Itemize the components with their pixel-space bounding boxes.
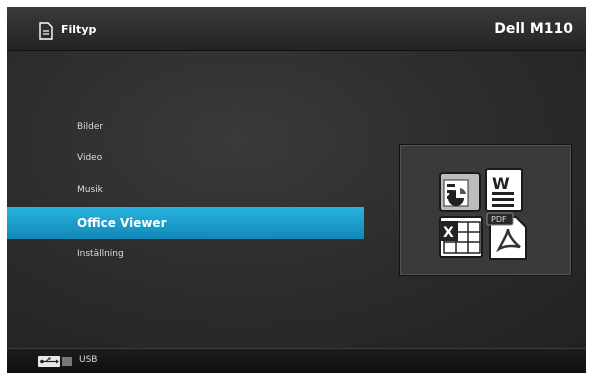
menu-item-video[interactable]: Video bbox=[7, 143, 364, 173]
svg-text:X: X bbox=[443, 225, 454, 241]
menu-item-musik[interactable]: Musik bbox=[7, 175, 364, 205]
menu-item-installning[interactable]: Inställning bbox=[7, 239, 364, 269]
page-title: Filtyp bbox=[61, 23, 97, 36]
menu-item-label: Video bbox=[77, 153, 103, 163]
office-icons-graphic: W X PDF bbox=[439, 168, 527, 260]
header-bar: Filtyp Dell M110 bbox=[7, 7, 586, 51]
svg-text:PDF: PDF bbox=[491, 215, 507, 224]
document-icon bbox=[39, 22, 53, 40]
source-label: USB bbox=[79, 355, 98, 365]
menu-item-bilder[interactable]: Bilder bbox=[7, 112, 364, 142]
usb-icon bbox=[38, 356, 72, 367]
menu-item-label: Musik bbox=[77, 185, 103, 195]
pdf-icon: PDF bbox=[486, 212, 527, 260]
excel-icon: X bbox=[439, 216, 483, 258]
menu-item-label: Inställning bbox=[77, 249, 124, 259]
status-bar: USB bbox=[7, 348, 586, 373]
menu-item-label: Bilder bbox=[77, 122, 104, 132]
menu-item-label: Office Viewer bbox=[77, 216, 167, 230]
main-content: Bilder Video Musik Office Viewer Inställ… bbox=[7, 51, 586, 348]
projector-screen: Filtyp Dell M110 Bilder Video Musik Offi… bbox=[7, 7, 586, 373]
office-preview-panel: W X PDF bbox=[399, 144, 572, 276]
svg-text:W: W bbox=[492, 174, 510, 193]
word-icon: W bbox=[485, 168, 523, 212]
menu-item-office-viewer[interactable]: Office Viewer bbox=[7, 207, 364, 239]
brand-label: Dell M110 bbox=[494, 21, 573, 37]
powerpoint-icon bbox=[439, 172, 481, 212]
